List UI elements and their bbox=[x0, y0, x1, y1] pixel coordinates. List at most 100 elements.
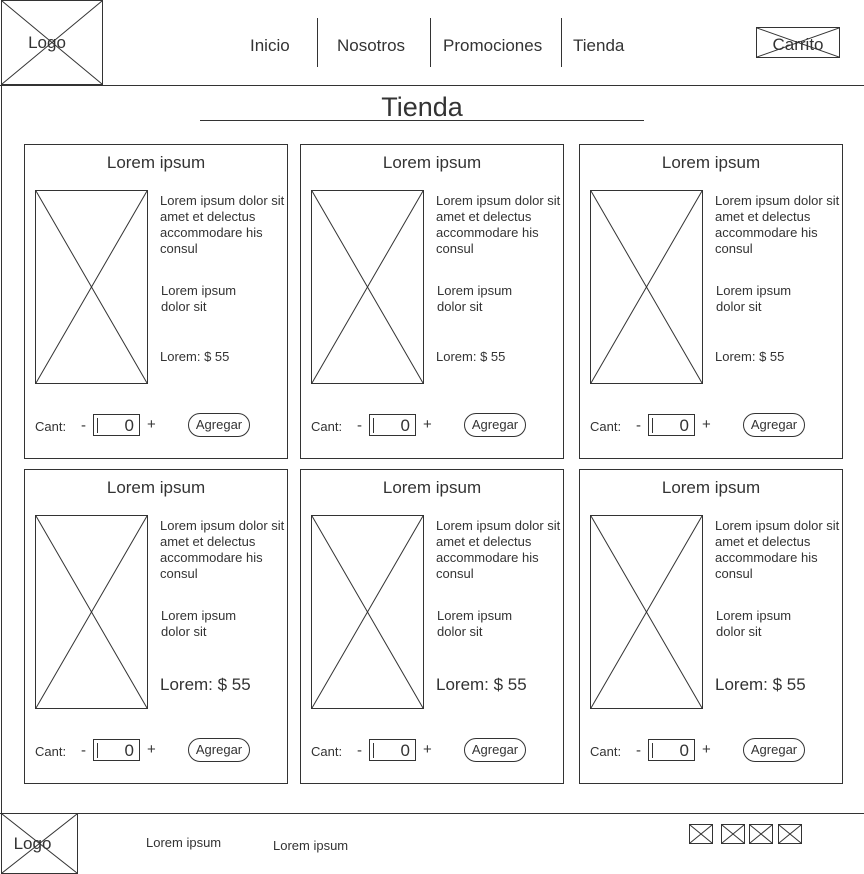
product-image bbox=[311, 190, 424, 384]
text-cursor bbox=[652, 743, 653, 758]
increment-button[interactable]: + bbox=[702, 416, 711, 433]
decrement-button[interactable]: - bbox=[357, 417, 362, 434]
product-image bbox=[311, 515, 424, 709]
nav-item-nosotros[interactable]: Nosotros bbox=[337, 36, 405, 56]
product-title: Lorem ipsum bbox=[382, 153, 482, 172]
product-card: Lorem ipsum Lorem ipsum dolor sit amet et… bbox=[300, 469, 564, 784]
product-image bbox=[35, 515, 148, 709]
decrement-button[interactable]: - bbox=[357, 742, 362, 759]
cart-button[interactable]: Carrito bbox=[756, 27, 840, 58]
quantity-input[interactable]: 0 bbox=[93, 739, 140, 761]
product-title: Lorem ipsum bbox=[382, 478, 482, 497]
footer-divider bbox=[0, 813, 864, 814]
quantity-label: Cant: bbox=[311, 419, 343, 434]
increment-button[interactable]: + bbox=[423, 416, 432, 433]
add-to-cart-button[interactable]: Agregar bbox=[464, 738, 526, 762]
nav-item-promociones[interactable]: Promociones bbox=[443, 36, 542, 56]
product-price: Lorem: $ 55 bbox=[160, 675, 251, 694]
quantity-label: Cant: bbox=[590, 744, 622, 759]
image-placeholder-icon bbox=[591, 191, 702, 383]
text-cursor bbox=[373, 418, 374, 433]
text-cursor bbox=[652, 418, 653, 433]
increment-button[interactable]: + bbox=[702, 741, 711, 758]
page-left-border bbox=[1, 85, 2, 874]
decrement-button[interactable]: - bbox=[81, 742, 86, 759]
product-subtext: Lorem ipsum dolor sit bbox=[716, 283, 792, 314]
product-price: Lorem: $ 55 bbox=[715, 349, 785, 364]
footer-link-1[interactable]: Lorem ipsum bbox=[146, 835, 221, 850]
quantity-label: Cant: bbox=[35, 744, 67, 759]
quantity-input[interactable]: 0 bbox=[648, 739, 695, 761]
product-subtext: Lorem ipsum dolor sit bbox=[437, 283, 513, 314]
product-card: Lorem ipsum Lorem ipsum dolor sit amet et… bbox=[579, 144, 843, 459]
product-price: Lorem: $ 55 bbox=[436, 349, 506, 364]
page-title-underline bbox=[200, 120, 644, 121]
quantity-input[interactable]: 0 bbox=[369, 739, 416, 761]
product-image bbox=[35, 190, 148, 384]
quantity-value: 0 bbox=[124, 416, 134, 435]
quantity-input[interactable]: 0 bbox=[369, 414, 416, 436]
product-subtext: Lorem ipsum dolor sit bbox=[161, 283, 237, 314]
product-title: Lorem ipsum bbox=[661, 153, 761, 172]
footer-logo[interactable]: Logo bbox=[1, 813, 78, 874]
product-image bbox=[590, 515, 703, 709]
nav-item-tienda[interactable]: Tienda bbox=[573, 36, 624, 56]
quantity-label: Cant: bbox=[590, 419, 622, 434]
product-price: Lorem: $ 55 bbox=[715, 675, 806, 694]
page-title: Tienda bbox=[381, 92, 463, 122]
add-to-cart-button[interactable]: Agregar bbox=[188, 413, 250, 437]
quantity-value: 0 bbox=[124, 741, 134, 760]
increment-button[interactable]: + bbox=[423, 741, 432, 758]
quantity-input[interactable]: 0 bbox=[93, 414, 140, 436]
quantity-label: Cant: bbox=[35, 419, 67, 434]
social-icon-1[interactable] bbox=[689, 824, 713, 844]
header-logo-text: Logo bbox=[28, 33, 66, 52]
nav-divider bbox=[317, 18, 318, 67]
product-price: Lorem: $ 55 bbox=[436, 675, 527, 694]
product-subtext: Lorem ipsum dolor sit bbox=[161, 608, 237, 639]
text-cursor bbox=[97, 743, 98, 758]
nav-divider bbox=[430, 18, 431, 67]
social-icon-4[interactable] bbox=[778, 824, 802, 844]
decrement-button[interactable]: - bbox=[81, 417, 86, 434]
add-to-cart-button[interactable]: Agregar bbox=[188, 738, 250, 762]
add-to-cart-button[interactable]: Agregar bbox=[743, 738, 805, 762]
product-subtext: Lorem ipsum dolor sit bbox=[437, 608, 513, 639]
nav-divider bbox=[561, 18, 562, 67]
image-placeholder-icon bbox=[591, 516, 702, 708]
product-card: Lorem ipsum Lorem ipsum dolor sit amet et… bbox=[579, 469, 843, 784]
image-placeholder-icon bbox=[312, 191, 423, 383]
quantity-value: 0 bbox=[679, 416, 689, 435]
quantity-label: Cant: bbox=[311, 744, 343, 759]
product-title: Lorem ipsum bbox=[661, 478, 761, 497]
product-description: Lorem ipsum dolor sit amet et delectus a… bbox=[436, 193, 561, 256]
increment-button[interactable]: + bbox=[147, 416, 156, 433]
image-placeholder-icon bbox=[312, 516, 423, 708]
product-card: Lorem ipsum Lorem ipsum dolor sit amet et… bbox=[24, 469, 288, 784]
footer-link-2[interactable]: Lorem ipsum bbox=[273, 838, 348, 853]
decrement-button[interactable]: - bbox=[636, 417, 641, 434]
product-title: Lorem ipsum bbox=[106, 478, 206, 497]
nav-item-inicio[interactable]: Inicio bbox=[250, 36, 290, 56]
decrement-button[interactable]: - bbox=[636, 742, 641, 759]
product-description: Lorem ipsum dolor sit amet et delectus a… bbox=[715, 193, 840, 256]
quantity-value: 0 bbox=[679, 741, 689, 760]
text-cursor bbox=[97, 418, 98, 433]
add-to-cart-button[interactable]: Agregar bbox=[743, 413, 805, 437]
increment-button[interactable]: + bbox=[147, 741, 156, 758]
header-divider bbox=[0, 85, 864, 86]
add-to-cart-button[interactable]: Agregar bbox=[464, 413, 526, 437]
footer-logo-text: Logo bbox=[13, 834, 52, 853]
product-description: Lorem ipsum dolor sit amet et delectus a… bbox=[715, 518, 840, 581]
social-icon-2[interactable] bbox=[721, 824, 745, 844]
product-price: Lorem: $ 55 bbox=[160, 349, 230, 364]
header-logo[interactable]: Logo bbox=[1, 0, 103, 85]
product-subtext: Lorem ipsum dolor sit bbox=[716, 608, 792, 639]
product-description: Lorem ipsum dolor sit amet et delectus a… bbox=[436, 518, 561, 581]
social-icon-3[interactable] bbox=[749, 824, 773, 844]
quantity-value: 0 bbox=[400, 741, 410, 760]
product-description: Lorem ipsum dolor sit amet et delectus a… bbox=[160, 193, 285, 256]
product-image bbox=[590, 190, 703, 384]
quantity-input[interactable]: 0 bbox=[648, 414, 695, 436]
product-title: Lorem ipsum bbox=[106, 153, 206, 172]
